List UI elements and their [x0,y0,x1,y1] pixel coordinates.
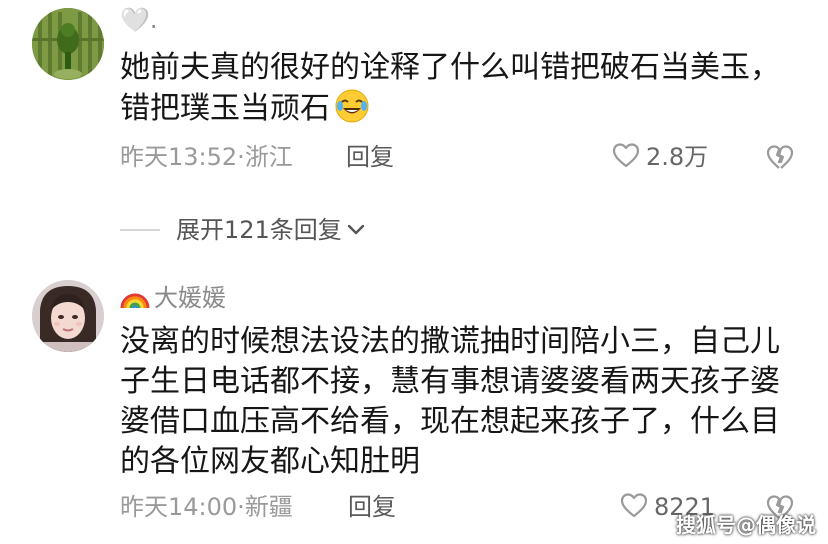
comment-location: 浙江 [244,143,293,171]
avatar[interactable] [32,8,104,80]
expand-replies-label[interactable]: 展开121条回复 [176,214,342,246]
watermark: 搜狐号@偶像说 [676,513,816,537]
like-button[interactable]: 2.8万 [612,142,708,172]
comment-text: 她前夫真的很好的诠释了什么叫错把破石当美玉， 错把璞玉当顽石 [120,48,800,135]
comment-text-line: 她前夫真的很好的诠释了什么叫错把破石当美玉， [120,50,780,85]
comment-meta: 昨天13:52·浙江 [120,142,293,172]
comment-text-line: 错把璞玉当顽石 [120,91,330,126]
username[interactable]: 🤍. [120,4,158,35]
meta-separator: · [237,143,245,171]
comment-time: 昨天13:52 [120,143,238,171]
reply-button[interactable]: 回复 [348,492,396,522]
avatar[interactable] [32,280,104,352]
comment-text: 没离的时候想法设法的撒谎抽时间陪小三，自己儿 子生日电话都不接，慧有事想请婆婆看… [120,322,800,482]
comment-text-line: 的各位网友都心知肚明 [120,444,420,479]
heart-outline-icon[interactable] [620,492,648,522]
comment-meta: 昨天14:00·新疆 [120,492,293,522]
username-text[interactable]: 🤍. [120,6,158,34]
expand-replies-row: 展开121条回复 [0,210,828,250]
expand-replies-button[interactable]: 展开121条回复 [176,214,366,246]
like-count: 2.8万 [646,143,709,171]
comment-text-line-last: 错把璞玉当顽石 [120,88,800,135]
comment-location: 新疆 [244,493,293,521]
username-text[interactable]: 大媛媛 [154,284,226,312]
username[interactable]: 大媛媛 [120,282,226,313]
expand-divider-line [120,229,160,231]
heart-outline-icon[interactable] [612,142,640,172]
reply-button[interactable]: 回复 [346,142,394,172]
chevron-down-icon[interactable] [346,223,366,237]
meta-separator: · [237,493,245,521]
rainbow-icon [120,286,150,310]
comment-text-line: 没离的时候想法设法的撒谎抽时间陪小三，自己儿 [120,324,780,359]
comment-text-line: 子生日电话都不接，慧有事想请婆婆看两天孩子婆 [120,364,780,399]
comment-time: 昨天14:00 [120,493,238,521]
broken-heart-outline-icon[interactable] [766,144,794,174]
comment-text-line: 婆借口血压高不给看，现在想起来孩子了，什么目 [120,404,780,439]
laughing-crying-emoji-icon [334,88,370,135]
